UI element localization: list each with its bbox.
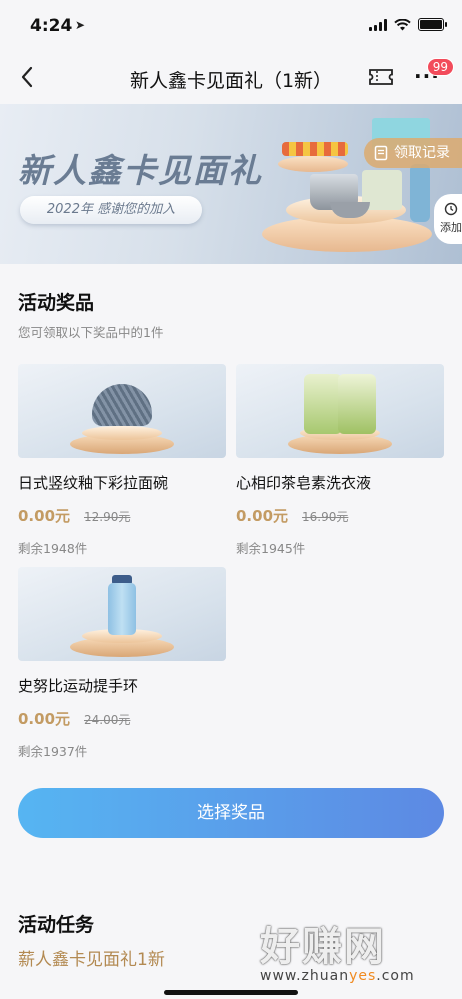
prize-card[interactable]: 日式竖纹釉下彩拉面碗 0.00元 12.90元 剩余1948件 <box>18 364 226 557</box>
home-indicator[interactable] <box>164 990 298 995</box>
prize-price: 0.00元 <box>18 710 71 728</box>
notification-badge: 99 <box>426 58 454 76</box>
prize-price: 0.00元 <box>18 507 71 525</box>
task-item[interactable]: 薪人鑫卡见面礼1新 <box>18 945 165 970</box>
status-bar: 4:24 ➤ <box>0 0 462 50</box>
claim-record-button[interactable]: 领取记录 <box>364 138 462 168</box>
bowl-icon <box>92 384 152 426</box>
site-watermark: 好赚网 www.zhuanyes.com <box>260 914 444 984</box>
prize-original-price: 12.90元 <box>84 510 131 524</box>
document-icon <box>374 145 388 161</box>
banner-slogan: 新人鑫卡见面礼 <box>18 151 263 190</box>
prize-card[interactable]: 史努比运动提手环 0.00元 24.00元 剩余1937件 <box>18 567 226 760</box>
prize-stock: 剩余1948件 <box>18 541 88 556</box>
prizes-title: 活动奖品 <box>18 292 95 314</box>
watermark-url: www.zhuanyes.com <box>260 968 415 984</box>
prize-image <box>18 567 226 661</box>
nav-bar: 新人鑫卡见面礼（1新） ··· 99 <box>0 50 462 104</box>
signal-icon <box>369 18 387 31</box>
prize-original-price: 24.00元 <box>84 713 131 727</box>
prize-stock: 剩余1945件 <box>236 541 306 556</box>
clock-icon <box>444 202 458 216</box>
claim-record-label: 领取记录 <box>394 145 450 161</box>
location-arrow-icon: ➤ <box>75 18 86 32</box>
tasks-title: 活动任务 <box>18 914 95 936</box>
promo-banner: 新人鑫卡见面礼 2022年 感谢您的加入 领取记录 添加 <box>0 104 462 264</box>
prize-name: 心相印茶皂素洗衣液 <box>236 474 372 492</box>
wifi-icon <box>394 18 411 30</box>
ticket-icon[interactable] <box>368 67 394 87</box>
banner-tagline: 2022年 感谢您的加入 <box>20 196 202 224</box>
prize-price: 0.00元 <box>236 507 289 525</box>
prize-image <box>236 364 444 458</box>
add-label: 添加 <box>440 221 462 234</box>
watermark-logo: 好赚网 <box>260 924 386 970</box>
status-time: 4:24 <box>30 16 73 36</box>
add-button[interactable]: 添加 <box>434 194 462 244</box>
prize-stock: 剩余1937件 <box>18 744 88 759</box>
prize-name: 日式竖纹釉下彩拉面碗 <box>18 474 169 492</box>
battery-icon <box>418 18 447 31</box>
prize-card[interactable]: 心相印茶皂素洗衣液 0.00元 16.90元 剩余1945件 <box>236 364 444 557</box>
prize-image <box>18 364 226 458</box>
prize-name: 史努比运动提手环 <box>18 677 139 695</box>
prizes-subtitle: 您可领取以下奖品中的1件 <box>18 325 164 340</box>
choose-prize-button[interactable]: 选择奖品 <box>18 788 444 838</box>
prize-original-price: 16.90元 <box>302 510 349 524</box>
